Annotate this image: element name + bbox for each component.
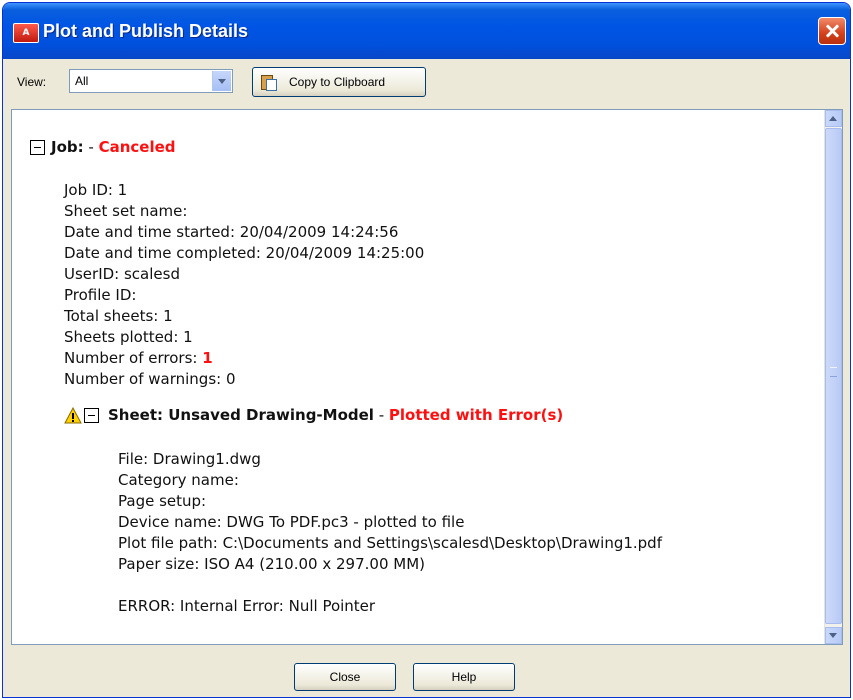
view-label: View:: [17, 75, 47, 89]
sheet-header: Sheet: Unsaved Drawing-Model - Plotted w…: [108, 406, 563, 424]
collapse-sheet-toggle[interactable]: [84, 408, 99, 423]
chevron-down-icon[interactable]: [212, 71, 231, 91]
job-detail: Job ID: 1: [64, 181, 128, 199]
sheet-separator: -: [373, 406, 389, 424]
vertical-scrollbar[interactable]: [824, 110, 842, 644]
job-separator: -: [83, 138, 99, 156]
scrollbar-thumb[interactable]: [825, 128, 842, 624]
sheet-heading: Sheet: Unsaved Drawing-Model: [108, 406, 374, 424]
sheet-detail: Plot file path: C:\Documents and Setting…: [118, 534, 662, 552]
job-status: Canceled: [98, 138, 176, 156]
copy-to-clipboard-label: Copy to Clipboard: [289, 75, 386, 89]
job-detail: Profile ID:: [64, 286, 137, 304]
view-dropdown-value: All: [75, 74, 89, 88]
errors-label: Number of errors:: [64, 349, 203, 367]
sheet-detail: Paper size: ISO A4 (210.00 x 297.00 MM): [118, 555, 425, 573]
job-detail: Sheets plotted: 1: [64, 328, 193, 346]
job-detail: Date and time started: 20/04/2009 14:24:…: [64, 223, 399, 241]
plot-publish-details-dialog: A Plot and Publish Details View: All Cop…: [2, 2, 851, 698]
close-button[interactable]: Close: [294, 663, 396, 691]
sheet-detail: Category name:: [118, 471, 239, 489]
collapse-job-toggle[interactable]: [30, 140, 45, 155]
clipboard-icon: [261, 73, 277, 91]
sheet-detail: Page setup:: [118, 492, 207, 510]
errors-count: 1: [202, 349, 213, 367]
scroll-down-arrow-icon[interactable]: [825, 627, 842, 644]
sheet-detail: Device name: DWG To PDF.pc3 - plotted to…: [118, 513, 465, 531]
sheet-status: Plotted with Error(s): [388, 406, 564, 424]
job-detail: UserID: scalesd: [64, 265, 180, 283]
scroll-up-arrow-icon[interactable]: [825, 110, 842, 127]
sheet-error-message: ERROR: Internal Error: Null Pointer: [118, 597, 376, 615]
job-detail: Sheet set name:: [64, 202, 188, 220]
help-button[interactable]: Help: [413, 663, 515, 691]
job-header: Job: - Canceled: [51, 138, 176, 156]
details-panel[interactable]: Job: - Canceled Job ID: 1 Sheet set name…: [11, 109, 843, 645]
job-detail: Total sheets: 1: [64, 307, 173, 325]
view-dropdown[interactable]: All: [69, 69, 233, 93]
title-bar[interactable]: A Plot and Publish Details: [3, 3, 850, 59]
job-heading: Job:: [51, 138, 84, 156]
sheet-detail: File: Drawing1.dwg: [118, 450, 261, 468]
window-title: Plot and Publish Details: [43, 21, 249, 41]
autocad-app-icon: A: [13, 23, 39, 43]
copy-to-clipboard-button[interactable]: Copy to Clipboard: [252, 67, 426, 97]
errors-line: Number of errors: 1: [64, 349, 213, 367]
job-detail: Date and time completed: 20/04/2009 14:2…: [64, 244, 425, 262]
warnings-line: Number of warnings: 0: [64, 370, 236, 388]
warning-icon: [64, 407, 82, 424]
toolbar: View: All Copy to Clipboard: [3, 59, 850, 109]
close-window-button[interactable]: [818, 17, 846, 45]
